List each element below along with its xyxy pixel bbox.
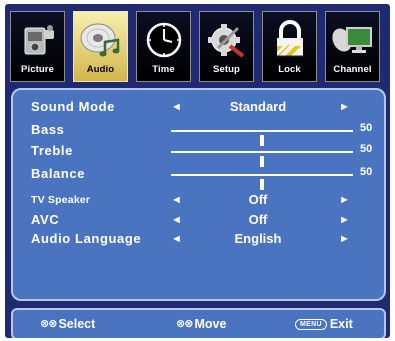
tab-label: Time	[152, 64, 175, 75]
left-arrow-icon[interactable]: ◄	[171, 190, 182, 210]
balance-label: Balance	[31, 166, 86, 181]
tv-speaker-value: Off	[248, 192, 268, 207]
audio-language-label: Audio Language	[31, 231, 142, 246]
music-disc-icon	[74, 17, 127, 63]
balance-value: 50	[360, 166, 373, 178]
right-arrow-icon[interactable]: ►	[339, 229, 350, 249]
avc-label: AVC	[31, 212, 60, 227]
tab-bar: Picture Audio Time Setup Lock Channel	[10, 11, 388, 84]
clock-icon	[137, 17, 190, 63]
bass-row[interactable]: Bass 50	[13, 120, 384, 146]
tv-speaker-row[interactable]: TV Speaker ◄ Off ►	[13, 190, 384, 210]
avc-value: Off	[248, 212, 268, 227]
camera-icon	[11, 17, 64, 63]
tab-channel[interactable]: Channel	[325, 11, 380, 82]
exit-hint: MENU Exit	[295, 310, 353, 338]
menu-key-icon: MENU	[295, 318, 327, 330]
tv-speaker-label: TV Speaker	[31, 194, 91, 206]
bass-value: 50	[360, 122, 373, 134]
right-arrow-icon[interactable]: ►	[339, 210, 350, 230]
tab-picture[interactable]: Picture	[10, 11, 65, 82]
up-down-nav-icon: ⊗⊗	[40, 318, 57, 330]
left-arrow-icon[interactable]: ◄	[171, 210, 182, 230]
tab-label: Channel	[333, 64, 372, 75]
balance-row[interactable]: Balance 50	[13, 164, 384, 190]
footer-hints: ⊗⊗ Select ⊗⊗ Move MENU Exit	[11, 308, 386, 338]
treble-label: Treble	[31, 143, 73, 158]
tab-lock[interactable]: Lock	[262, 11, 317, 82]
select-hint: ⊗⊗ Select	[40, 310, 95, 338]
balance-slider-knob[interactable]	[260, 179, 264, 190]
move-hint-label: Move	[194, 317, 227, 331]
audio-language-value: English	[234, 231, 282, 246]
padlock-icon	[263, 17, 316, 63]
exit-hint-label: Exit	[329, 317, 353, 331]
left-right-nav-icon: ⊗⊗	[176, 318, 193, 330]
tab-label: Lock	[278, 64, 301, 75]
move-hint: ⊗⊗ Move	[176, 310, 226, 338]
right-arrow-icon[interactable]: ►	[339, 97, 350, 117]
left-arrow-icon[interactable]: ◄	[171, 229, 182, 249]
bass-slider-track[interactable]	[171, 130, 353, 146]
left-arrow-icon[interactable]: ◄	[171, 97, 182, 117]
tab-audio[interactable]: Audio	[73, 11, 128, 82]
right-arrow-icon[interactable]: ►	[339, 190, 350, 210]
audio-settings-panel: Sound Mode ◄ Standard ► Bass 50 Treble 5…	[11, 88, 386, 301]
bass-label: Bass	[31, 122, 65, 137]
osd-menu: Picture Audio Time Setup Lock Channel So…	[5, 4, 390, 338]
tab-time[interactable]: Time	[136, 11, 191, 82]
balance-slider-track[interactable]	[171, 174, 353, 190]
select-hint-label: Select	[58, 317, 96, 331]
treble-slider-track[interactable]	[171, 151, 353, 167]
tab-label: Setup	[213, 64, 240, 75]
tab-setup[interactable]: Setup	[199, 11, 254, 82]
treble-row[interactable]: Treble 50	[13, 141, 384, 167]
audio-language-row[interactable]: Audio Language ◄ English ►	[13, 229, 384, 249]
tab-label: Audio	[86, 64, 115, 75]
gear-tools-icon	[200, 17, 253, 63]
sound-mode-label: Sound Mode	[31, 99, 115, 114]
satellite-monitor-icon	[326, 17, 379, 63]
sound-mode-value: Standard	[229, 99, 287, 114]
avc-row[interactable]: AVC ◄ Off ►	[13, 210, 384, 230]
treble-value: 50	[360, 143, 373, 155]
sound-mode-row[interactable]: Sound Mode ◄ Standard ►	[13, 97, 384, 117]
tab-label: Picture	[21, 64, 54, 75]
